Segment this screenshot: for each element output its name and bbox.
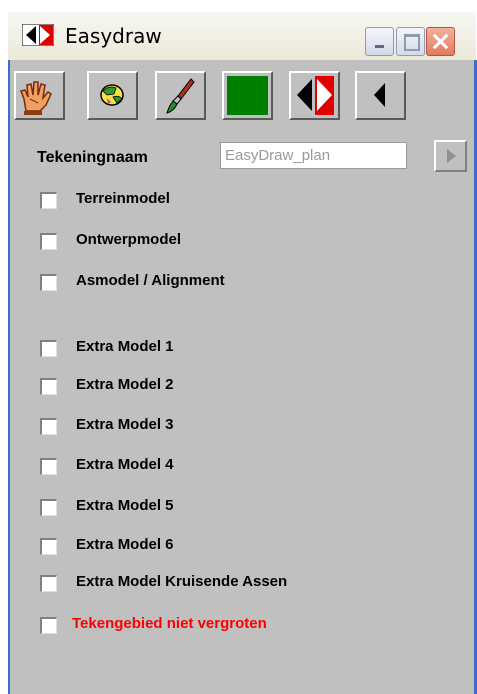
model-row-extra-4[interactable]: Extra Model 4 [10,456,470,480]
ontwerpmodel-checkbox[interactable] [40,233,57,250]
terreinmodel-label: Terreinmodel [76,190,170,207]
drawing-name-arrow-button[interactable] [434,140,467,172]
extra-model-6-label: Extra Model 6 [76,536,174,553]
hand-tool-icon [20,81,52,115]
option-row-no-enlarge[interactable]: Tekengebied niet vergroten [10,615,470,639]
window-title: Easydraw [65,24,162,48]
collapse-arrow-icon [374,83,385,107]
extra-model-1-label: Extra Model 1 [76,338,174,355]
minimize-button[interactable] [365,27,394,56]
asmodel-label: Asmodel / Alignment [76,272,225,289]
extra-model-5-checkbox[interactable] [40,499,57,516]
ontwerpmodel-label: Ontwerpmodel [76,231,182,248]
extra-model-2-checkbox[interactable] [40,378,57,395]
easydraw-window: Easydraw Tekeningnaam EasyDraw_plan Terr… [0,0,477,694]
app-icon [22,24,54,46]
extra-model-6-checkbox[interactable] [40,538,57,555]
extra-model-3-checkbox[interactable] [40,418,57,435]
drawing-name-input[interactable]: EasyDraw_plan [220,142,407,169]
model-row-extra-5[interactable]: Extra Model 5 [10,497,470,521]
window-body: Tekeningnaam EasyDraw_plan Terreinmodel … [8,60,477,694]
model-row-ontwerp[interactable]: Ontwerpmodel [10,231,470,255]
toggle-direction-button[interactable] [289,71,340,120]
model-row-extra-1[interactable]: Extra Model 1 [10,338,470,362]
title-bar[interactable]: Easydraw [8,12,476,60]
drawing-name-label: Tekeningnaam [37,149,148,166]
globe-tool-icon [100,84,124,106]
terreinmodel-checkbox[interactable] [40,192,57,209]
extra-model-3-label: Extra Model 3 [76,416,174,433]
extra-model-2-label: Extra Model 2 [76,376,174,393]
hand-tool-button[interactable] [14,71,65,120]
toggle-left-right-icon [297,76,334,115]
maximize-button[interactable] [396,27,425,56]
asmodel-checkbox[interactable] [40,274,57,291]
extra-model-5-label: Extra Model 5 [76,497,174,514]
color-swatch-button[interactable] [222,71,273,120]
extra-model-1-checkbox[interactable] [40,340,57,357]
close-button[interactable] [426,27,455,56]
brush-tool-button[interactable] [155,71,206,120]
kruisende-assen-checkbox[interactable] [40,575,57,592]
no-enlarge-checkbox[interactable] [40,617,57,634]
extra-model-4-checkbox[interactable] [40,458,57,475]
model-row-asmodel[interactable]: Asmodel / Alignment [10,272,470,296]
globe-tool-button[interactable] [87,71,138,120]
model-row-extra-2[interactable]: Extra Model 2 [10,376,470,400]
no-enlarge-label: Tekengebied niet vergroten [72,615,267,632]
brush-tool-icon [166,78,195,114]
extra-model-4-label: Extra Model 4 [76,456,174,473]
model-row-terrein[interactable]: Terreinmodel [10,190,470,214]
kruisende-assen-label: Extra Model Kruisende Assen [76,573,288,590]
collapse-button[interactable] [355,71,406,120]
model-row-kruisende-assen[interactable]: Extra Model Kruisende Assen [10,573,470,597]
green-color-swatch [227,76,268,115]
model-row-extra-3[interactable]: Extra Model 3 [10,416,470,440]
model-row-extra-6[interactable]: Extra Model 6 [10,536,470,560]
